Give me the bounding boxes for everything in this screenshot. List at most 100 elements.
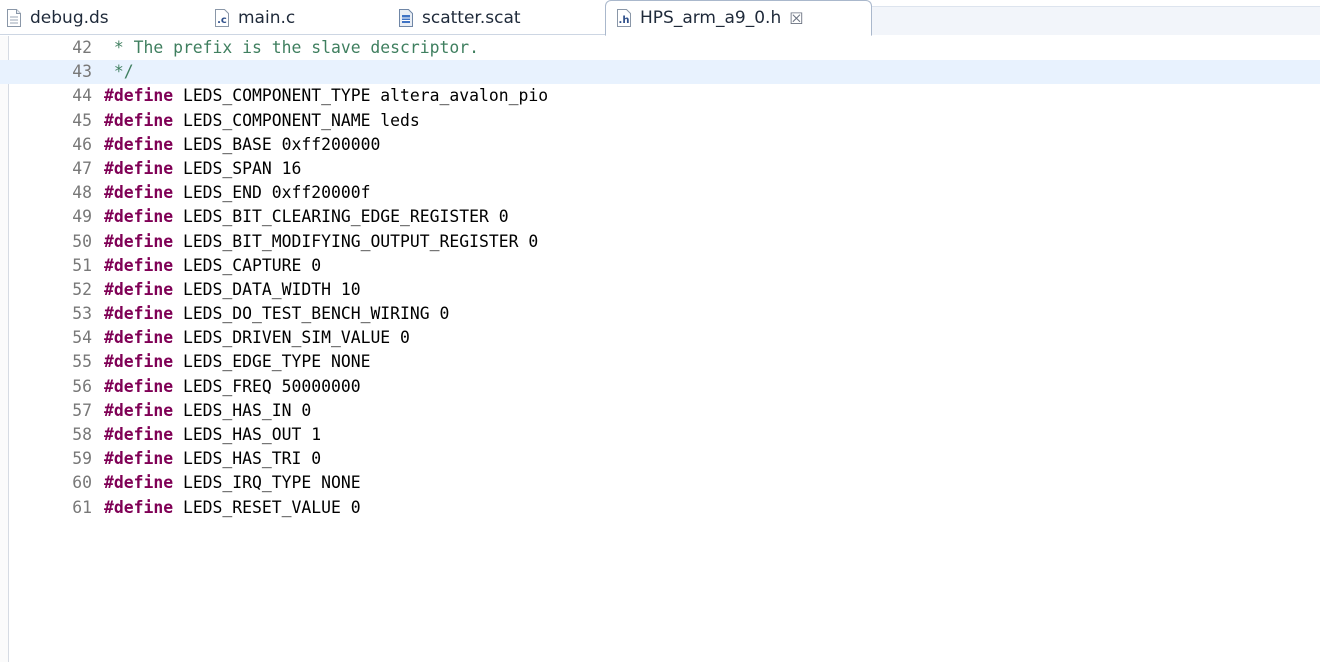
macro-definition: LEDS_EDGE_TYPE NONE bbox=[173, 352, 371, 372]
tab-label: scatter.scat bbox=[422, 7, 521, 28]
code-line[interactable]: 47 #define LEDS_SPAN 16 bbox=[0, 157, 1320, 181]
text-file-icon bbox=[6, 8, 22, 27]
code-text: #define LEDS_EDGE_TYPE NONE bbox=[104, 350, 370, 374]
tab-hps-arm-a9-0-h[interactable]: .h HPS_arm_a9_0.h ☒ bbox=[605, 0, 872, 36]
tab-main-c[interactable]: .c main.c bbox=[214, 0, 374, 35]
line-number: 56 bbox=[72, 376, 92, 396]
define-keyword: #define bbox=[104, 473, 174, 493]
close-tab-icon[interactable]: ☒ bbox=[789, 9, 803, 28]
code-line[interactable]: 42 * The prefix is the slave descriptor. bbox=[0, 36, 1320, 60]
code-line[interactable]: 45 #define LEDS_COMPONENT_NAME leds bbox=[0, 109, 1320, 133]
define-keyword: #define bbox=[104, 207, 174, 227]
code-text: #define LEDS_COMPONENT_TYPE altera_avalo… bbox=[104, 84, 548, 108]
code-line[interactable]: 57 #define LEDS_HAS_IN 0 bbox=[0, 399, 1320, 423]
line-number: 44 bbox=[72, 86, 92, 106]
define-keyword: #define bbox=[104, 328, 174, 348]
line-number: 54 bbox=[72, 328, 92, 348]
code-line[interactable]: 51 #define LEDS_CAPTURE 0 bbox=[0, 254, 1320, 278]
line-number: 51 bbox=[72, 255, 92, 275]
define-keyword: #define bbox=[104, 231, 174, 251]
line-number: 59 bbox=[72, 449, 92, 469]
macro-definition: LEDS_CAPTURE 0 bbox=[173, 255, 322, 275]
c-source-file-icon: .c bbox=[214, 8, 230, 27]
code-line[interactable]: 55 #define LEDS_EDGE_TYPE NONE bbox=[0, 350, 1320, 374]
define-keyword: #define bbox=[104, 134, 174, 154]
code-line[interactable]: 58 #define LEDS_HAS_OUT 1 bbox=[0, 423, 1320, 447]
line-number: 48 bbox=[72, 183, 92, 203]
define-keyword: #define bbox=[104, 158, 174, 178]
macro-definition: LEDS_BIT_MODIFYING_OUTPUT_REGISTER 0 bbox=[173, 231, 539, 251]
line-number: 46 bbox=[72, 134, 92, 154]
define-keyword: #define bbox=[104, 183, 174, 203]
define-keyword: #define bbox=[104, 304, 174, 324]
macro-definition: LEDS_FREQ 50000000 bbox=[173, 376, 361, 396]
line-number: 60 bbox=[72, 473, 92, 493]
code-line[interactable]: 60 #define LEDS_IRQ_TYPE NONE bbox=[0, 471, 1320, 495]
code-line[interactable]: 61 #define LEDS_RESET_VALUE 0 bbox=[0, 496, 1320, 520]
line-number: 55 bbox=[72, 352, 92, 372]
code-line[interactable]: 43 */ bbox=[0, 60, 1320, 85]
macro-definition: LEDS_DO_TEST_BENCH_WIRING 0 bbox=[173, 304, 450, 324]
code-line[interactable]: 53 #define LEDS_DO_TEST_BENCH_WIRING 0 bbox=[0, 302, 1320, 326]
code-text: #define LEDS_HAS_OUT 1 bbox=[104, 423, 321, 447]
code-text: #define LEDS_FREQ 50000000 bbox=[104, 375, 361, 399]
macro-definition: LEDS_HAS_TRI 0 bbox=[173, 449, 322, 469]
line-number: 47 bbox=[72, 158, 92, 178]
code-text: #define LEDS_END 0xff20000f bbox=[104, 181, 370, 205]
line-number: 57 bbox=[72, 400, 92, 420]
scatter-file-icon bbox=[398, 8, 414, 27]
code-line[interactable]: 44 #define LEDS_COMPONENT_TYPE altera_ava… bbox=[0, 84, 1320, 108]
define-keyword: #define bbox=[104, 449, 174, 469]
macro-definition: LEDS_IRQ_TYPE NONE bbox=[173, 473, 361, 493]
define-keyword: #define bbox=[104, 279, 174, 299]
code-text: #define LEDS_DRIVEN_SIM_VALUE 0 bbox=[104, 326, 410, 350]
code-text: #define LEDS_SPAN 16 bbox=[104, 157, 301, 181]
macro-definition: LEDS_HAS_IN 0 bbox=[173, 400, 312, 420]
define-keyword: #define bbox=[104, 352, 174, 372]
code-text: #define LEDS_HAS_IN 0 bbox=[104, 399, 311, 423]
line-number: 61 bbox=[72, 497, 92, 517]
macro-definition: LEDS_COMPONENT_NAME leds bbox=[173, 110, 420, 130]
code-text: #define LEDS_DO_TEST_BENCH_WIRING 0 bbox=[104, 302, 449, 326]
macro-definition: LEDS_DRIVEN_SIM_VALUE 0 bbox=[173, 328, 410, 348]
line-number: 52 bbox=[72, 279, 92, 299]
tab-label: debug.ds bbox=[30, 7, 109, 28]
code-line[interactable]: 59 #define LEDS_HAS_TRI 0 bbox=[0, 447, 1320, 471]
tab-bar-empty-area bbox=[872, 6, 1320, 35]
define-keyword: #define bbox=[104, 110, 174, 130]
tab-label: HPS_arm_a9_0.h bbox=[640, 8, 782, 28]
code-line[interactable]: 50 #define LEDS_BIT_MODIFYING_OUTPUT_REGI… bbox=[0, 230, 1320, 254]
code-line[interactable]: 48 #define LEDS_END 0xff20000f bbox=[0, 181, 1320, 205]
macro-definition: LEDS_SPAN 16 bbox=[173, 158, 302, 178]
code-text: #define LEDS_BIT_CLEARING_EDGE_REGISTER … bbox=[104, 205, 509, 229]
code-text: #define LEDS_HAS_TRI 0 bbox=[104, 447, 321, 471]
code-text: #define LEDS_BIT_MODIFYING_OUTPUT_REGIST… bbox=[104, 230, 538, 254]
code-editor[interactable]: 42 * The prefix is the slave descriptor.… bbox=[0, 36, 1320, 662]
tab-debug-ds[interactable]: debug.ds bbox=[0, 0, 180, 35]
editor-tab-bar: debug.ds .c main.c scatter.scat .h HPS_a… bbox=[0, 0, 1320, 36]
macro-definition: LEDS_DATA_WIDTH 10 bbox=[173, 279, 361, 299]
code-line[interactable]: 46 #define LEDS_BASE 0xff200000 bbox=[0, 133, 1320, 157]
line-number: 45 bbox=[72, 110, 92, 130]
define-keyword: #define bbox=[104, 400, 174, 420]
header-file-icon: .h bbox=[616, 9, 632, 27]
define-keyword: #define bbox=[104, 86, 174, 106]
tab-scatter-scat[interactable]: scatter.scat bbox=[398, 0, 588, 35]
macro-definition: LEDS_BIT_CLEARING_EDGE_REGISTER 0 bbox=[173, 207, 509, 227]
macro-definition: LEDS_COMPONENT_TYPE altera_avalon_pio bbox=[173, 86, 549, 106]
code-text: #define LEDS_BASE 0xff200000 bbox=[104, 133, 380, 157]
code-text: #define LEDS_IRQ_TYPE NONE bbox=[104, 471, 361, 495]
define-keyword: #define bbox=[104, 376, 174, 396]
code-line[interactable]: 52 #define LEDS_DATA_WIDTH 10 bbox=[0, 278, 1320, 302]
line-number: 53 bbox=[72, 304, 92, 324]
code-line[interactable]: 56 #define LEDS_FREQ 50000000 bbox=[0, 375, 1320, 399]
define-keyword: #define bbox=[104, 425, 174, 444]
line-number: 58 bbox=[72, 425, 92, 444]
line-number: 42 bbox=[72, 38, 92, 57]
code-line[interactable]: 49 #define LEDS_BIT_CLEARING_EDGE_REGISTE… bbox=[0, 205, 1320, 229]
code-line[interactable]: 54 #define LEDS_DRIVEN_SIM_VALUE 0 bbox=[0, 326, 1320, 350]
code-text: #define LEDS_COMPONENT_NAME leds bbox=[104, 109, 420, 133]
code-lines: 42 * The prefix is the slave descriptor.… bbox=[0, 36, 1320, 520]
svg-text:.h: .h bbox=[619, 15, 630, 26]
macro-definition: LEDS_HAS_OUT 1 bbox=[173, 425, 322, 444]
